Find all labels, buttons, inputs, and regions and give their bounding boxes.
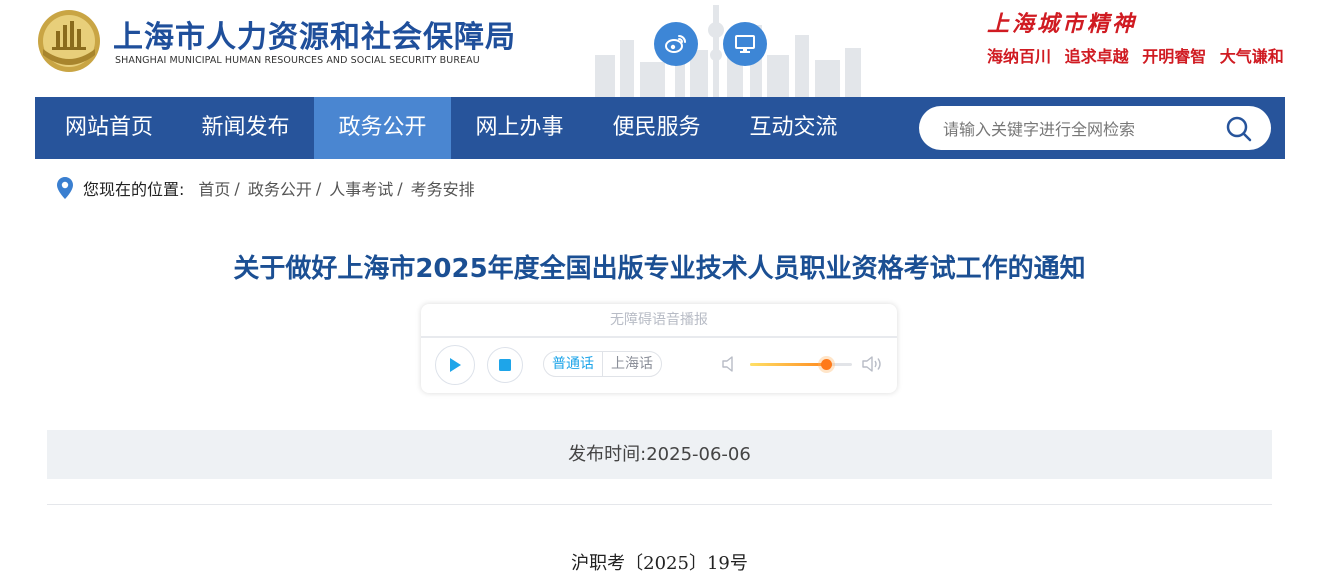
site-header: 上海市人力资源和社会保障局 SHANGHAI MUNICIPAL HUMAN R… bbox=[0, 0, 1319, 97]
city-spirit-words: 海纳百川 追求卓越 开明睿智 大气谦和 bbox=[987, 43, 1292, 67]
article-title: 关于做好上海市2025年度全国出版专业技术人员职业资格考试工作的通知 bbox=[233, 254, 1086, 284]
breadcrumb-exam-arrangements[interactable]: 考务安排 bbox=[411, 176, 475, 200]
search-box bbox=[919, 106, 1271, 152]
dialect-selector: 普通话 上海话 bbox=[543, 351, 662, 377]
volume-slider-fill bbox=[750, 363, 827, 366]
volume-slider[interactable] bbox=[750, 359, 852, 370]
desktop-version-button[interactable] bbox=[723, 22, 767, 66]
location-pin-icon bbox=[57, 177, 73, 199]
document-number: 沪职考〔2025〕19号 bbox=[571, 553, 748, 574]
volume-high-icon[interactable] bbox=[861, 355, 883, 373]
spirit-word: 海纳百川 bbox=[987, 47, 1052, 66]
publish-time: 发布时间:2025-06-06 bbox=[47, 430, 1272, 479]
breadcrumb-government-affairs[interactable]: 政务公开 bbox=[248, 176, 312, 200]
city-spirit-title: 上海城市精神 bbox=[987, 11, 1138, 37]
site-title[interactable]: 上海市人力资源和社会保障局 bbox=[113, 12, 516, 56]
breadcrumb: 您现在的位置: 首页 / 政务公开 / 人事考试 / 考务安排 bbox=[55, 175, 475, 201]
breadcrumb-personnel-exams[interactable]: 人事考试 bbox=[329, 176, 393, 200]
player-header: 无障碍语音播报 bbox=[421, 304, 897, 338]
volume-low-icon[interactable] bbox=[721, 355, 737, 373]
dialect-shanghainese-option[interactable]: 上海话 bbox=[602, 352, 661, 376]
stop-icon bbox=[499, 359, 511, 371]
spirit-word: 大气谦和 bbox=[1219, 47, 1284, 66]
play-button[interactable] bbox=[435, 345, 475, 385]
site-subtitle: SHANGHAI MUNICIPAL HUMAN RESOURCES AND S… bbox=[115, 55, 480, 66]
search-input[interactable] bbox=[941, 106, 1225, 152]
breadcrumb-separator: / bbox=[234, 178, 240, 198]
nav-item-online-services[interactable]: 网上办事 bbox=[451, 97, 588, 159]
search-icon[interactable] bbox=[1225, 115, 1253, 143]
weibo-icon bbox=[665, 35, 686, 53]
main-nav: 网站首页 新闻发布 政务公开 网上办事 便民服务 互动交流 bbox=[35, 97, 1285, 159]
weibo-button[interactable] bbox=[654, 22, 698, 66]
spirit-word: 开明睿智 bbox=[1142, 47, 1207, 66]
breadcrumb-label: 您现在的位置: bbox=[83, 180, 185, 199]
breadcrumb-home[interactable]: 首页 bbox=[198, 176, 230, 200]
volume-slider-knob[interactable] bbox=[821, 359, 832, 370]
nav-item-interaction[interactable]: 互动交流 bbox=[725, 97, 862, 159]
spirit-word: 追求卓越 bbox=[1064, 47, 1129, 66]
nav-item-government-affairs[interactable]: 政务公开 bbox=[314, 97, 451, 159]
nav-item-public-services[interactable]: 便民服务 bbox=[588, 97, 725, 159]
content-divider bbox=[47, 504, 1272, 505]
nav-item-news[interactable]: 新闻发布 bbox=[177, 97, 314, 159]
bureau-logo[interactable] bbox=[36, 9, 102, 73]
breadcrumb-separator: / bbox=[315, 178, 322, 198]
monitor-icon bbox=[735, 35, 755, 53]
breadcrumb-separator: / bbox=[397, 178, 403, 198]
accessibility-audio-player: 无障碍语音播报 普通话 上海话 bbox=[421, 304, 897, 393]
play-icon bbox=[450, 358, 461, 372]
dialect-mandarin-option[interactable]: 普通话 bbox=[544, 352, 602, 376]
nav-item-home[interactable]: 网站首页 bbox=[35, 97, 183, 159]
stop-button[interactable] bbox=[487, 347, 523, 383]
